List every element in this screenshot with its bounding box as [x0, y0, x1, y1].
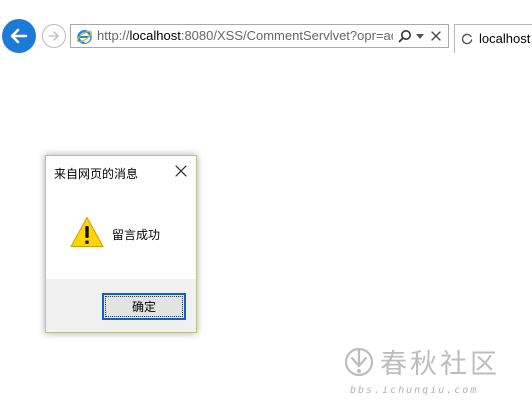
- url-text[interactable]: http://localhost:8080/XSS/CommentServlve…: [97, 25, 393, 47]
- tab-localhost[interactable]: localhost: [454, 24, 532, 53]
- url-host: localhost: [129, 28, 181, 43]
- watermark-logo: 春秋社区: [344, 347, 500, 380]
- dialog-close-button[interactable]: [174, 164, 188, 178]
- close-icon[interactable]: [430, 30, 442, 42]
- loading-icon: [461, 33, 473, 45]
- search-icon[interactable]: [398, 29, 412, 43]
- watermark-url: bbs.ichunqiu.com: [350, 385, 479, 396]
- tab-title: localhost: [479, 31, 531, 46]
- dialog-message: 留言成功: [112, 228, 161, 242]
- alert-dialog: 来自网页的消息 留言成功 确定: [45, 155, 197, 333]
- watermark-logo-text: 春秋社区: [380, 349, 500, 380]
- browser-window: http://localhost:8080/XSS/CommentServlve…: [0, 0, 532, 420]
- chevron-down-icon[interactable]: [416, 34, 424, 39]
- navigation-bar: http://localhost:8080/XSS/CommentServlve…: [0, 0, 532, 54]
- back-button[interactable]: [2, 19, 36, 53]
- ok-button[interactable]: 确定: [102, 293, 186, 320]
- watermark-emblem-icon: [344, 347, 374, 377]
- dialog-footer: 确定: [46, 279, 196, 332]
- forward-arrow-icon: [48, 31, 59, 41]
- internet-explorer-icon: [76, 29, 93, 45]
- dialog-title: 来自网页的消息: [54, 167, 139, 181]
- back-arrow-icon: [10, 28, 28, 44]
- ok-button-label: 确定: [131, 300, 156, 314]
- url-prefix: http://: [97, 28, 130, 43]
- warning-icon: [70, 217, 104, 247]
- forward-button[interactable]: [42, 24, 66, 48]
- url-path: :8080/XSS/CommentServlvet?opr=ac: [180, 28, 393, 43]
- address-bar[interactable]: http://localhost:8080/XSS/CommentServlve…: [70, 24, 449, 48]
